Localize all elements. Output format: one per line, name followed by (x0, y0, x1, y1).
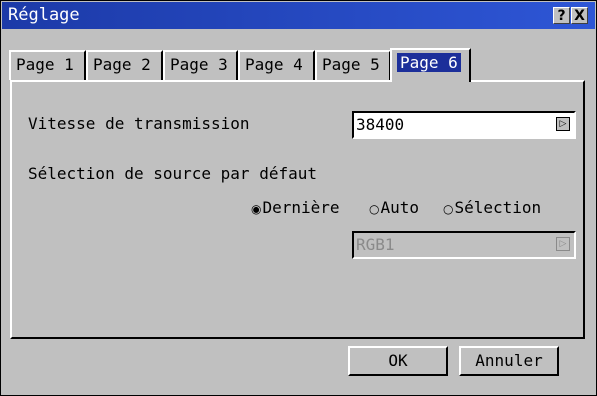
window-title: Réglage (8, 5, 80, 25)
source-selection-select[interactable]: RGB1 ▷ (352, 231, 576, 259)
close-button[interactable]: X (571, 7, 588, 24)
radio-auto-label: Auto (380, 198, 420, 217)
radio-unselected-icon: ○ (443, 202, 454, 216)
ok-button[interactable]: OK (348, 346, 448, 376)
radio-derniere-label: Dernière (262, 198, 340, 217)
radio-derniere[interactable]: ◉Dernière (251, 198, 340, 217)
source-selection-value: RGB1 (356, 235, 395, 254)
settings-dialog: Réglage ? X Page 1 Page 2 Page 3 Page 4 … (0, 0, 597, 396)
radio-selection[interactable]: ○Sélection (443, 198, 541, 217)
default-source-label: Sélection de source par défaut (28, 164, 317, 183)
baud-rate-value: 38400 (356, 115, 405, 134)
radio-auto[interactable]: ○Auto (369, 198, 419, 217)
tab-page-4[interactable]: Page 4 (238, 50, 315, 80)
dropdown-arrow-icon[interactable]: ▷ (556, 237, 570, 251)
baud-rate-label: Vitesse de transmission (28, 114, 250, 133)
radio-unselected-icon: ○ (369, 202, 380, 216)
tab-panel: Vitesse de transmission 38400 ▷ Sélectio… (10, 80, 585, 339)
title-bar[interactable]: Réglage ? X (2, 2, 595, 29)
tab-page-6[interactable]: Page 6 (390, 48, 471, 82)
radio-selection-label: Sélection (454, 198, 542, 217)
radio-selected-icon: ◉ (251, 202, 262, 216)
baud-rate-select[interactable]: 38400 ▷ (352, 111, 576, 139)
tab-page-1[interactable]: Page 1 (9, 50, 86, 80)
help-button[interactable]: ? (553, 7, 570, 24)
dropdown-arrow-icon[interactable]: ▷ (556, 117, 570, 131)
tab-page-2[interactable]: Page 2 (86, 50, 163, 80)
cancel-button[interactable]: Annuler (459, 346, 559, 376)
tab-page-5[interactable]: Page 5 (315, 50, 391, 80)
tab-page-3[interactable]: Page 3 (163, 50, 238, 80)
